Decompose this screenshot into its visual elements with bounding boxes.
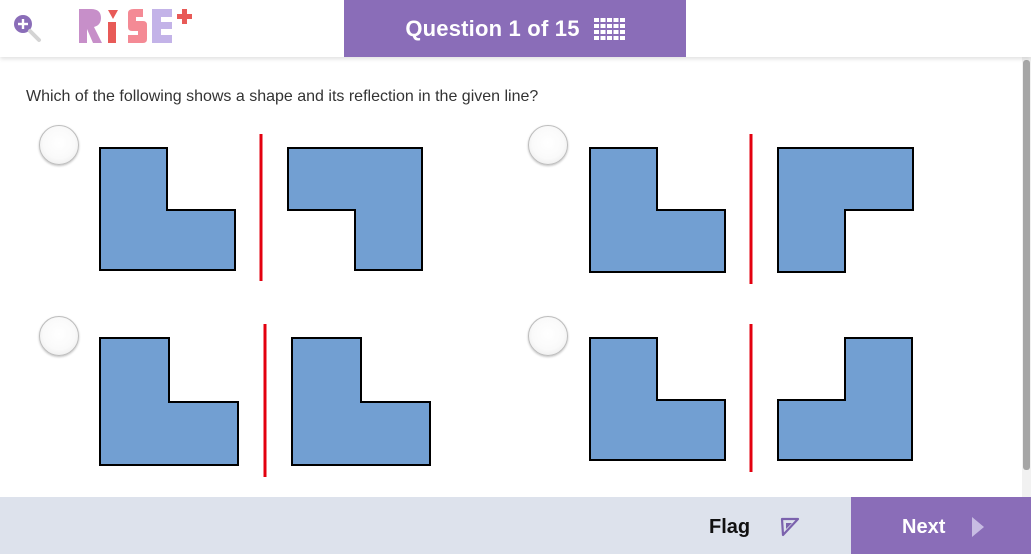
option-c-original-shape — [99, 337, 239, 466]
zoom-in-icon[interactable] — [9, 10, 43, 44]
flag-button[interactable]: Flag — [709, 516, 750, 539]
option-d-radio[interactable] — [528, 316, 568, 356]
option-d-reflected-shape — [777, 337, 913, 461]
option-d-original-shape — [589, 337, 726, 461]
option-c-radio[interactable] — [39, 316, 79, 356]
option-b-radio[interactable] — [528, 125, 568, 165]
question-prompt: Which of the following shows a shape and… — [26, 88, 539, 105]
option-a-figure — [99, 134, 423, 281]
flag-icon[interactable] — [779, 516, 801, 538]
option-b-figure — [589, 134, 914, 284]
option-a-radio[interactable] — [39, 125, 79, 165]
option-b-reflected-shape — [777, 147, 914, 273]
option-d-figure — [589, 324, 913, 472]
option-a-reflected-shape — [287, 147, 423, 271]
question-counter: Question 1 of 15 — [344, 0, 686, 57]
scrollbar-thumb[interactable] — [1023, 60, 1030, 470]
option-c-figure — [99, 324, 431, 477]
next-button-label: Next — [902, 516, 946, 538]
top-header: Question 1 of 15 — [0, 0, 1031, 57]
option-c-reflected-shape — [291, 337, 431, 466]
question-counter-label: Question 1 of 15 — [405, 15, 580, 41]
option-b-original-shape — [589, 147, 726, 273]
next-button[interactable]: Next — [851, 497, 1031, 554]
chevron-right-icon — [972, 517, 984, 537]
rise-logo — [79, 9, 192, 43]
option-a-original-shape — [99, 147, 236, 271]
question-grid-icon[interactable] — [593, 17, 625, 40]
